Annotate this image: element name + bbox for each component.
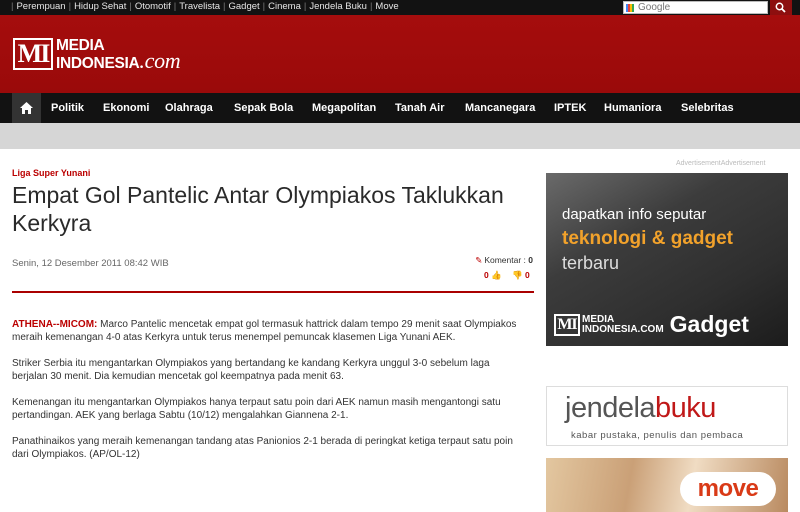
google-search-box[interactable]	[623, 1, 768, 14]
article-dateline: ATHENA--MICOM:	[12, 319, 98, 330]
jendela-buku-banner-ad[interactable]: jendelabuku kabar pustaka, penulis dan p…	[546, 386, 788, 446]
toplink-otomotif[interactable]: Otomotif	[135, 1, 171, 12]
ad2-word1: jendela	[565, 392, 656, 424]
nav-item-sepak-bola[interactable]: Sepak Bola	[234, 102, 293, 114]
top-links: | Perempuan | Hidup Sehat | Otomotif | Travelis…	[11, 1, 399, 12]
comment-icon: ✎	[475, 255, 483, 265]
ad1-line3: terbaru	[562, 253, 620, 273]
dislike-count: 0	[524, 270, 530, 280]
top-bar: | Perempuan | Hidup Sehat | Otomotif | Travelis…	[0, 0, 800, 15]
logo-line2: INDONESIA	[56, 55, 140, 72]
toplink-gadget[interactable]: Gadget	[229, 1, 260, 12]
nav-item-tanah-air[interactable]: Tanah Air	[395, 102, 445, 114]
nav-home[interactable]	[12, 93, 41, 123]
ad1-brand-line1: MEDIA	[582, 313, 615, 325]
comment-link[interactable]: ✎ Komentar : 0	[475, 255, 533, 266]
thumbs-up-icon: 👍	[491, 270, 502, 280]
site-header: MI MEDIA INDONESIA.com	[0, 15, 800, 93]
article-body: ATHENA--MICOM: Marco Pantelic mencetak e…	[12, 318, 527, 474]
comment-count: 0	[528, 255, 533, 265]
ad1-brand-line2: INDONESIA.COM	[582, 323, 664, 335]
ad2-tagline: kabar pustaka, penulis dan pembaca	[571, 430, 744, 441]
toplink-jendela-buku[interactable]: Jendela Buku	[309, 1, 367, 12]
toplink-travelista[interactable]: Travelista	[179, 1, 220, 12]
nav-item-mancanegara[interactable]: Mancanegara	[465, 102, 535, 114]
toplink-hidup-sehat[interactable]: Hidup Sehat	[74, 1, 126, 12]
dislike-button[interactable]: 👎 0	[512, 270, 530, 281]
toplink-move[interactable]: Move	[375, 1, 398, 12]
logo-suffix: .com	[139, 48, 181, 73]
google-icon	[626, 4, 634, 12]
comment-label: Komentar :	[484, 255, 526, 265]
like-count: 0	[484, 270, 489, 280]
gadget-banner-ad[interactable]: dapatkan info seputar teknologi & gadget…	[546, 173, 788, 346]
ad1-brand: MI MEDIA INDONESIA.COM Gadget	[554, 311, 749, 338]
move-banner-ad[interactable]: move	[546, 458, 788, 512]
nav-item-megapolitan[interactable]: Megapolitan	[312, 102, 376, 114]
search-icon	[775, 2, 786, 13]
nav-item-humaniora[interactable]: Humaniora	[604, 102, 661, 114]
article-meta: ✎ Komentar : 0 0 👍 👎 0	[460, 255, 535, 285]
thumbs-down-icon: 👎	[512, 270, 523, 280]
ad1-line2: teknologi & gadget	[562, 228, 733, 249]
article-paragraph: Panathinaikos yang meraih kemenangan tan…	[12, 436, 513, 460]
article-paragraph: Striker Serbia itu mengantarkan Olympiak…	[12, 358, 490, 382]
site-logo[interactable]: MI MEDIA INDONESIA.com	[13, 38, 181, 78]
logo-wordmark: MEDIA INDONESIA.com	[56, 38, 181, 73]
advertisement-label: AdvertisementAdvertisement	[676, 160, 766, 167]
article-kicker[interactable]: Liga Super Yunani	[12, 168, 90, 178]
home-icon	[20, 102, 33, 114]
logo-mark: MI	[13, 38, 53, 70]
nav-item-olahraga[interactable]: Olahraga	[165, 102, 213, 114]
article-paragraph: ATHENA--MICOM: Marco Pantelic mencetak e…	[12, 318, 527, 344]
ad1-line1: dapatkan info seputar	[562, 206, 707, 223]
ad2-word2: buku	[655, 392, 716, 424]
main-nav: Politik Ekonomi Olahraga Sepak Bola Mega…	[0, 93, 800, 123]
ad1-brand-word: Gadget	[669, 311, 749, 337]
like-button[interactable]: 0 👍	[484, 270, 502, 281]
move-logo: move	[680, 472, 776, 506]
article-paragraph: Kemenangan itu mengantarkan Olympiakos h…	[12, 397, 501, 421]
gray-divider-strip	[0, 123, 800, 149]
article-title: Empat Gol Pantelic Antar Olympiakos Takl…	[12, 182, 504, 236]
article-divider	[12, 291, 534, 293]
nav-item-selebritas[interactable]: Selebritas	[681, 102, 734, 114]
ad1-brand-mark: MI	[554, 313, 580, 336]
nav-item-iptek[interactable]: IPTEK	[554, 102, 586, 114]
search-button[interactable]	[770, 0, 792, 15]
article-date: Senin, 12 Desember 2011 08:42 WIB	[12, 258, 169, 269]
toplink-perempuan[interactable]: Perempuan	[16, 1, 65, 12]
toplink-cinema[interactable]: Cinema	[268, 1, 301, 12]
nav-item-politik[interactable]: Politik	[51, 102, 84, 114]
search-input[interactable]	[638, 2, 766, 13]
nav-item-ekonomi[interactable]: Ekonomi	[103, 102, 149, 114]
